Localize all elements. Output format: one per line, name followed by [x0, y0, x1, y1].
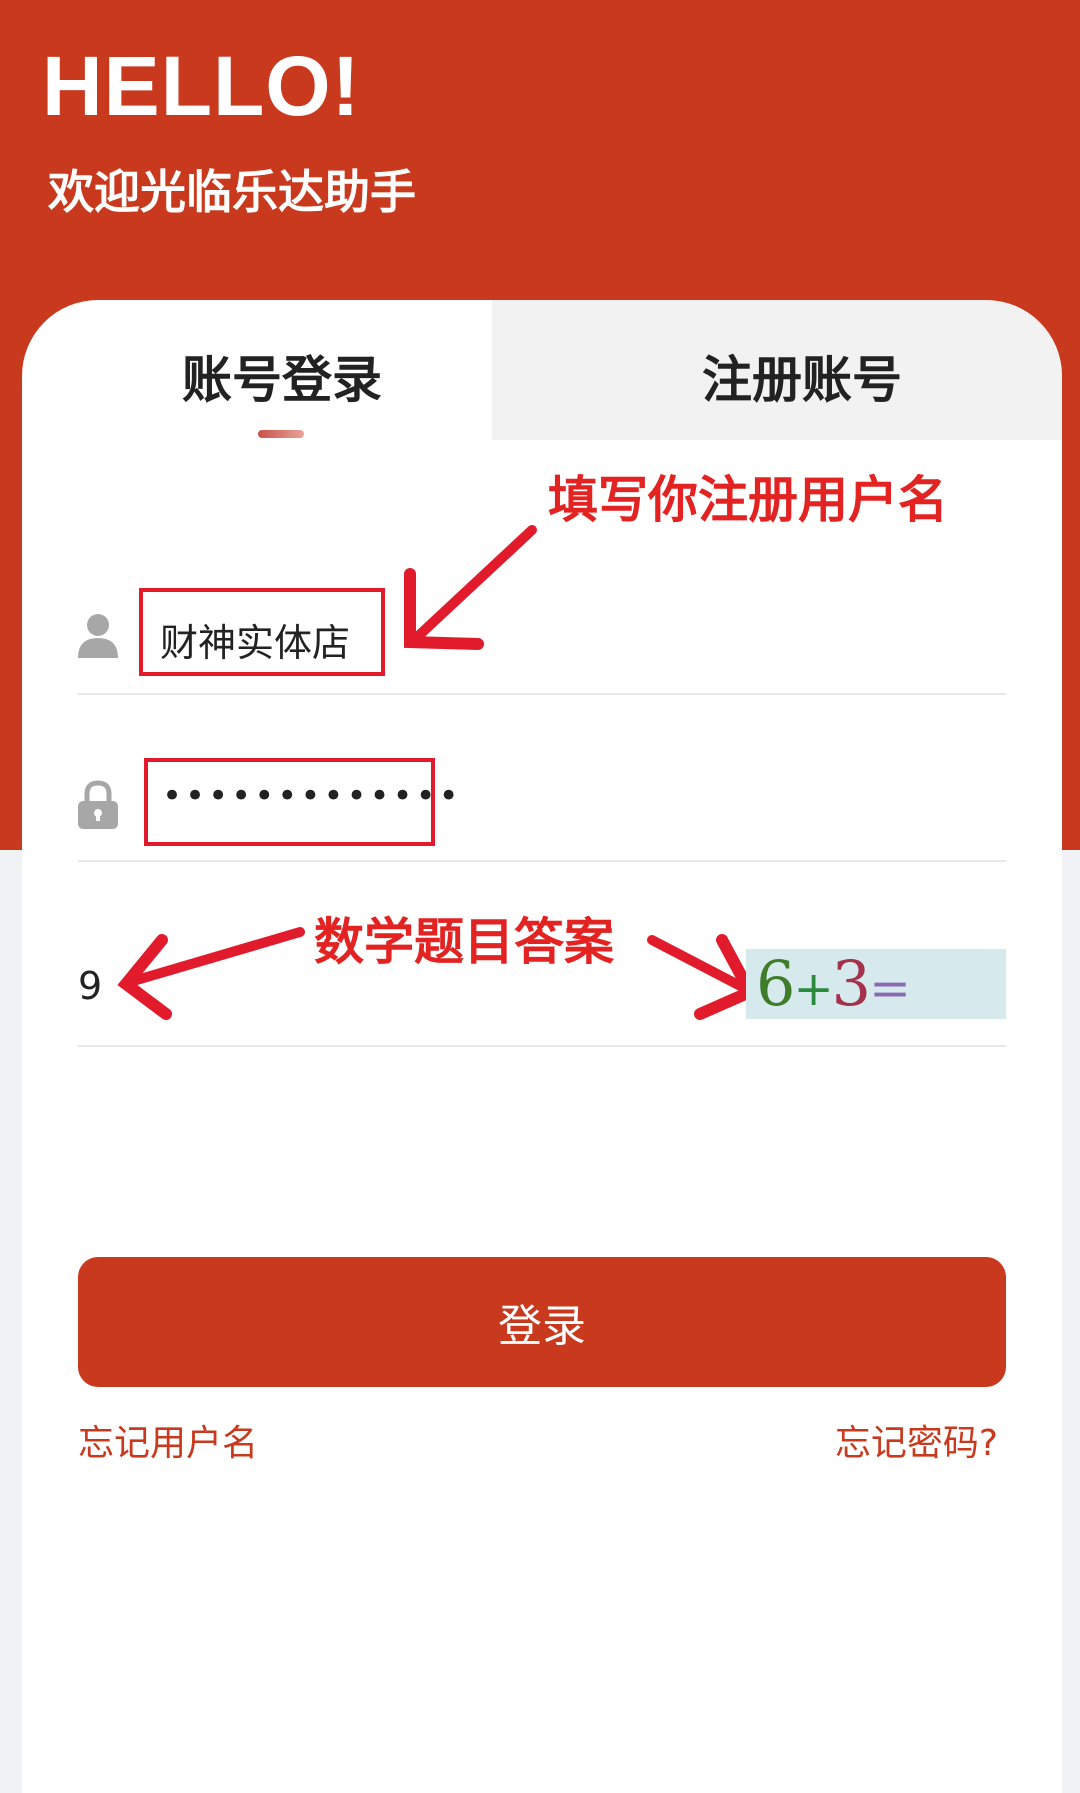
arrow-to-answer-icon — [117, 927, 305, 1020]
captcha-equals: = — [869, 959, 911, 1017]
forgot-password-link[interactable]: 忘记密码? — [835, 1414, 998, 1466]
username-input[interactable]: 财神实体店 — [160, 612, 350, 667]
tab-account-login[interactable]: 账号登录 — [182, 340, 382, 412]
login-button[interactable]: 登录 — [78, 1257, 1006, 1387]
captcha-image[interactable]: 6+3= — [746, 949, 1006, 1019]
arrow-to-username-icon — [404, 525, 537, 650]
user-icon — [78, 614, 118, 658]
captcha-operator: + — [793, 961, 833, 1017]
captcha-answer-input[interactable]: 9 — [78, 964, 102, 1008]
tab-register-account[interactable]: 注册账号 — [702, 340, 902, 412]
captcha-digit-b: 3 — [831, 949, 871, 1019]
password-input[interactable]: ••••••••••••• — [162, 776, 462, 816]
password-underline — [78, 860, 1006, 862]
greeting-title: HELLO! — [42, 39, 361, 133]
login-card: 账号登录 注册账号 财神实体店 ••••••••••••• 9 填写你注册用户名… — [22, 300, 1062, 1793]
captcha-underline — [78, 1045, 1006, 1047]
username-underline — [78, 693, 1006, 695]
captcha-digit-a: 6 — [756, 949, 795, 1019]
username-annotation: 填写你注册用户名 — [548, 471, 948, 529]
lock-icon — [78, 780, 118, 829]
active-tab-indicator — [258, 430, 304, 438]
captcha-annotation: 数学题目答案 — [314, 913, 614, 971]
welcome-subtitle: 欢迎光临乐达助手 — [48, 165, 416, 219]
tab-curve-shape — [442, 300, 562, 440]
arrow-to-captcha-icon — [647, 934, 759, 1020]
forgot-username-link[interactable]: 忘记用户名 — [78, 1414, 258, 1466]
